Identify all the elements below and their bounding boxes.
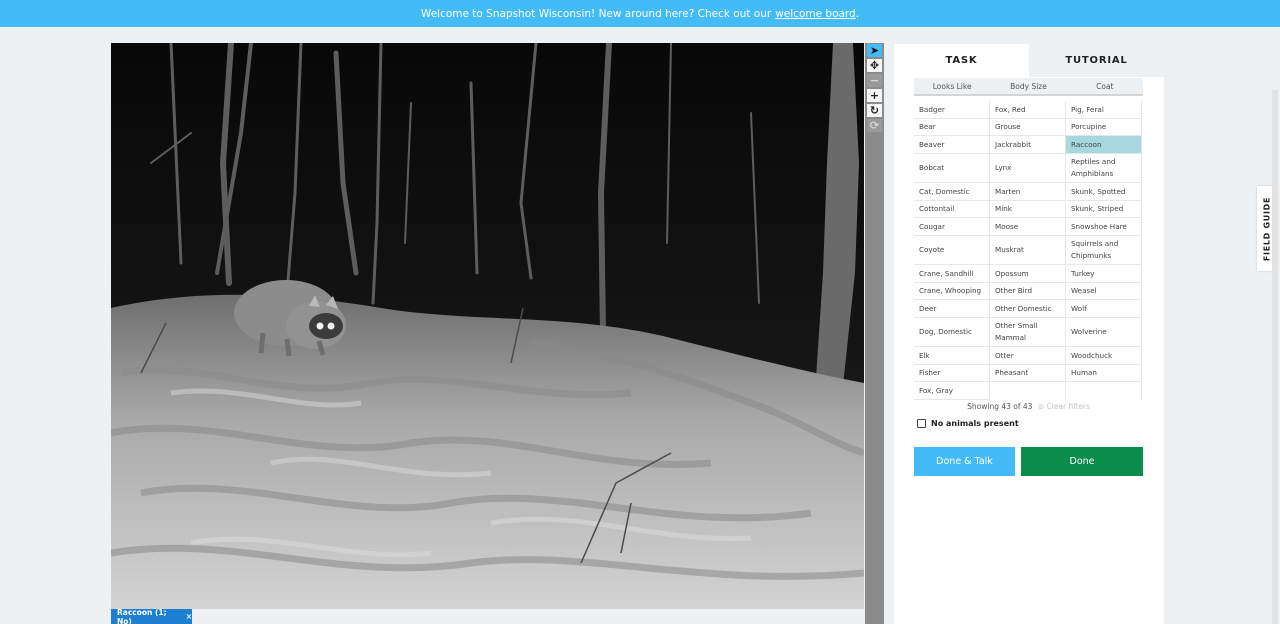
species-choice[interactable]: Turkey [1066, 265, 1142, 283]
species-choice[interactable]: Pig, Feral [1066, 101, 1142, 119]
species-choice[interactable]: Pheasant [990, 364, 1066, 382]
page-scrollbar[interactable] [1272, 90, 1278, 624]
field-guide-label: FIELD GUIDE [1262, 196, 1272, 261]
showing-count: Showing 43 of 43 ⊘ Clear filters [914, 402, 1143, 411]
species-choice[interactable]: Fisher [914, 364, 990, 382]
species-choice[interactable]: Muskrat [990, 235, 1066, 265]
annotation-tag[interactable]: Raccoon (1; No) × [111, 607, 192, 624]
species-choice[interactable]: Reptiles and Amphibians [1066, 153, 1142, 183]
image-toolbar: ➤ ✥ − + ↻ ⟳ [865, 43, 884, 624]
no-animals-label: No animals present [931, 419, 1019, 428]
banner-period: . [855, 7, 860, 20]
species-choice[interactable]: Elk [914, 347, 990, 365]
species-choice[interactable]: Fox, Gray [914, 382, 990, 400]
species-column: Badger Bear Beaver Bobcat Cat, Domestic … [914, 101, 990, 400]
no-animals-checkbox[interactable]: No animals present [917, 419, 1019, 428]
filter-body-size[interactable]: Body Size [990, 78, 1066, 94]
filter-coat[interactable]: Coat [1067, 78, 1143, 94]
species-choice[interactable]: Squirrels and Chipmunks [1066, 235, 1142, 265]
species-choice[interactable]: Crane, Whooping [914, 282, 990, 300]
reset-icon[interactable]: ⟳ [867, 119, 882, 132]
species-choice[interactable]: Grouse [990, 118, 1066, 136]
species-choice[interactable]: Fox, Red [990, 101, 1066, 119]
night-raccoon-photo [111, 43, 864, 609]
banner-text: Welcome to Snapshot Wisconsin! New aroun… [420, 7, 772, 20]
filter-bar: Looks Like Body Size Coat [914, 78, 1143, 96]
showing-text: Showing 43 of 43 [967, 402, 1033, 411]
task-panel: TASK TUTORIAL Looks Like Body Size Coat … [894, 44, 1164, 624]
species-choice[interactable]: Skunk, Spotted [1066, 183, 1142, 201]
species-choice[interactable]: Porcupine [1066, 118, 1142, 136]
species-choice[interactable]: Dog, Domestic [914, 317, 990, 347]
species-choice[interactable]: Beaver [914, 136, 990, 154]
move-icon[interactable]: ✥ [867, 59, 882, 72]
annotation-tag-label: Raccoon (1; No) [117, 607, 167, 624]
species-empty-cell [1066, 382, 1142, 400]
tab-task[interactable]: TASK [894, 44, 1029, 77]
species-grid: Badger Bear Beaver Bobcat Cat, Domestic … [914, 101, 1142, 400]
pointer-icon[interactable]: ➤ [867, 44, 882, 57]
species-choice[interactable]: Wolverine [1066, 317, 1142, 347]
species-choice[interactable]: Coyote [914, 235, 990, 265]
species-column: Pig, Feral Porcupine Raccoon Reptiles an… [1066, 101, 1142, 400]
close-icon[interactable]: × [186, 612, 192, 621]
welcome-board-link[interactable]: welcome board [775, 8, 856, 20]
zoom-in-icon[interactable]: + [867, 89, 882, 102]
species-choice[interactable]: Badger [914, 101, 990, 119]
panel-tabs: TASK TUTORIAL [894, 44, 1164, 77]
species-choice[interactable]: Jackrabbit [990, 136, 1066, 154]
species-choice[interactable]: Other Small Mammal [990, 317, 1066, 347]
tab-tutorial[interactable]: TUTORIAL [1029, 44, 1164, 77]
species-choice[interactable]: Cougar [914, 218, 990, 236]
welcome-banner: Welcome to Snapshot Wisconsin! New aroun… [0, 0, 1280, 27]
species-choice[interactable]: Moose [990, 218, 1066, 236]
species-choice[interactable]: Snowshoe Hare [1066, 218, 1142, 236]
species-choice[interactable]: Opossum [990, 265, 1066, 283]
species-choice[interactable]: Bear [914, 118, 990, 136]
species-choice-selected[interactable]: Raccoon [1066, 136, 1142, 154]
species-choice[interactable]: Deer [914, 300, 990, 318]
species-choice[interactable]: Other Domestic [990, 300, 1066, 318]
species-choice[interactable]: Bobcat [914, 153, 990, 183]
species-choice[interactable]: Wolf [1066, 300, 1142, 318]
species-choice[interactable]: Marten [990, 183, 1066, 201]
species-empty-cell [990, 382, 1066, 400]
clear-filters-link[interactable]: ⊘ Clear filters [1038, 402, 1090, 411]
species-choice[interactable]: Human [1066, 364, 1142, 382]
done-and-talk-button[interactable]: Done & Talk [914, 447, 1015, 476]
species-choice[interactable]: Weasel [1066, 282, 1142, 300]
checkbox-icon[interactable] [917, 419, 926, 428]
species-choice[interactable]: Otter [990, 347, 1066, 365]
done-button[interactable]: Done [1021, 447, 1143, 476]
species-choice[interactable]: Cottontail [914, 200, 990, 218]
zoom-out-icon[interactable]: − [867, 74, 882, 87]
species-choice[interactable]: Other Bird [990, 282, 1066, 300]
species-choice[interactable]: Crane, Sandhill [914, 265, 990, 283]
filter-looks-like[interactable]: Looks Like [914, 78, 990, 94]
species-column: Fox, Red Grouse Jackrabbit Lynx Marten M… [990, 101, 1066, 400]
species-choice[interactable]: Mink [990, 200, 1066, 218]
camera-trap-image[interactable] [111, 43, 864, 609]
species-choice[interactable]: Skunk, Striped [1066, 200, 1142, 218]
species-choice[interactable]: Woodchuck [1066, 347, 1142, 365]
species-choice[interactable]: Lynx [990, 153, 1066, 183]
rotate-icon[interactable]: ↻ [867, 104, 882, 117]
species-choice[interactable]: Cat, Domestic [914, 183, 990, 201]
